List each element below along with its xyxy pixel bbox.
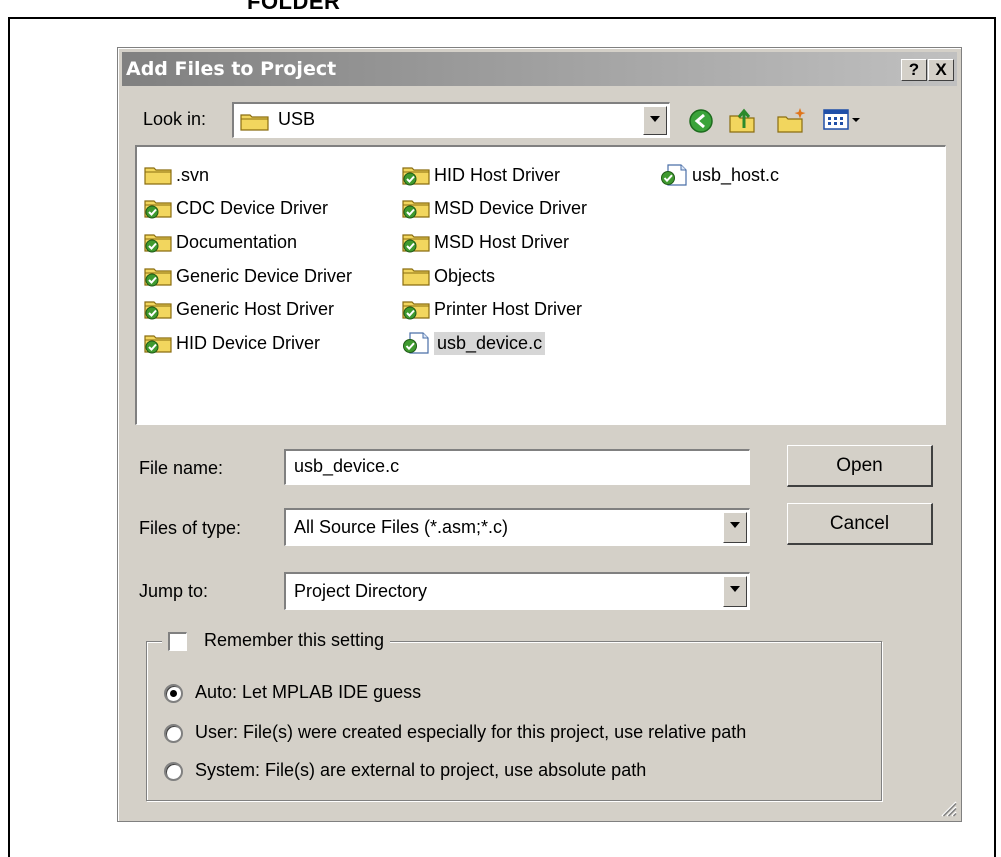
- jump-to-select[interactable]: Project Directory: [284, 572, 750, 610]
- jump-to-label: Jump to:: [139, 581, 209, 601]
- jump-to-dropdown-button[interactable]: [723, 576, 747, 607]
- files-of-type-select[interactable]: All Source Files (*.asm;*.c): [284, 508, 750, 546]
- file-name-input[interactable]: usb_device.c: [284, 449, 750, 485]
- svn-folder-icon: [402, 234, 430, 253]
- system-radio[interactable]: [164, 762, 183, 781]
- help-button[interactable]: ?: [901, 59, 927, 81]
- file-list[interactable]: .svn CDC Device Driver Documentation Gen…: [135, 145, 946, 425]
- svn-folder-icon: [402, 167, 430, 186]
- dialog-title: Add Files to Project: [126, 58, 337, 80]
- svn-folder-icon: [402, 301, 430, 320]
- list-item[interactable]: Printer Host Driver: [401, 295, 582, 323]
- svn-folder-icon: [144, 234, 172, 253]
- list-item[interactable]: CDC Device Driver: [143, 194, 328, 222]
- list-item[interactable]: HID Host Driver: [401, 161, 560, 189]
- user-radio[interactable]: [164, 724, 183, 743]
- list-item[interactable]: MSD Device Driver: [401, 194, 587, 222]
- list-item[interactable]: MSD Host Driver: [401, 228, 569, 256]
- files-of-type-label: Files of type:: [139, 518, 242, 538]
- list-item[interactable]: HID Device Driver: [143, 329, 320, 357]
- list-item[interactable]: Objects: [401, 262, 495, 290]
- file-name-label: File name:: [139, 458, 224, 478]
- user-option-label: User: File(s) were created especially fo…: [195, 722, 747, 742]
- open-button[interactable]: Open: [787, 445, 933, 487]
- up-folder-icon[interactable]: [728, 106, 758, 134]
- resize-grip-icon[interactable]: [939, 799, 957, 817]
- back-icon[interactable]: [688, 108, 714, 134]
- folder-icon: [144, 167, 172, 185]
- remember-label: Remember this setting: [204, 630, 385, 650]
- folder-icon: [240, 114, 269, 131]
- list-item[interactable]: Generic Device Driver: [143, 262, 352, 290]
- auto-option-label: Auto: Let MPLAB IDE guess: [195, 682, 422, 702]
- look-in-combo[interactable]: USB: [232, 102, 670, 138]
- list-item[interactable]: usb_host.c: [659, 161, 779, 189]
- remember-setting-legend: Remember this setting: [162, 630, 391, 654]
- list-item-selected[interactable]: usb_device.c: [401, 329, 546, 357]
- close-button[interactable]: X: [928, 59, 954, 81]
- add-files-dialog: Add Files to Project ? X Look in: USB .s…: [117, 47, 962, 822]
- look-in-dropdown-button[interactable]: [643, 106, 667, 135]
- list-item[interactable]: .svn: [143, 161, 209, 189]
- svn-folder-icon: [144, 335, 172, 354]
- svn-folder-icon: [144, 268, 172, 287]
- svn-file-icon: [402, 332, 429, 354]
- files-of-type-dropdown-button[interactable]: [723, 512, 747, 543]
- files-of-type-value: All Source Files (*.asm;*.c): [294, 517, 509, 537]
- look-in-label: Look in:: [143, 109, 207, 129]
- svn-file-icon: [660, 164, 687, 186]
- file-name-value: usb_device.c: [294, 456, 400, 476]
- jump-to-value: Project Directory: [294, 581, 428, 601]
- remember-checkbox[interactable]: [168, 632, 187, 651]
- folder-icon: [402, 268, 430, 286]
- svn-folder-icon: [144, 200, 172, 219]
- auto-radio[interactable]: [164, 684, 183, 703]
- document-heading: FOLDER: [247, 0, 341, 14]
- list-item[interactable]: Generic Host Driver: [143, 295, 334, 323]
- svn-folder-icon: [402, 200, 430, 219]
- title-bar[interactable]: Add Files to Project ? X: [122, 52, 957, 86]
- list-item[interactable]: Documentation: [143, 228, 297, 256]
- system-option-label: System: File(s) are external to project,…: [195, 760, 647, 780]
- look-in-value: USB: [278, 109, 316, 129]
- view-menu-icon[interactable]: [823, 108, 863, 132]
- new-folder-icon[interactable]: [776, 106, 808, 134]
- svn-folder-icon: [144, 301, 172, 320]
- cancel-button[interactable]: Cancel: [787, 503, 933, 545]
